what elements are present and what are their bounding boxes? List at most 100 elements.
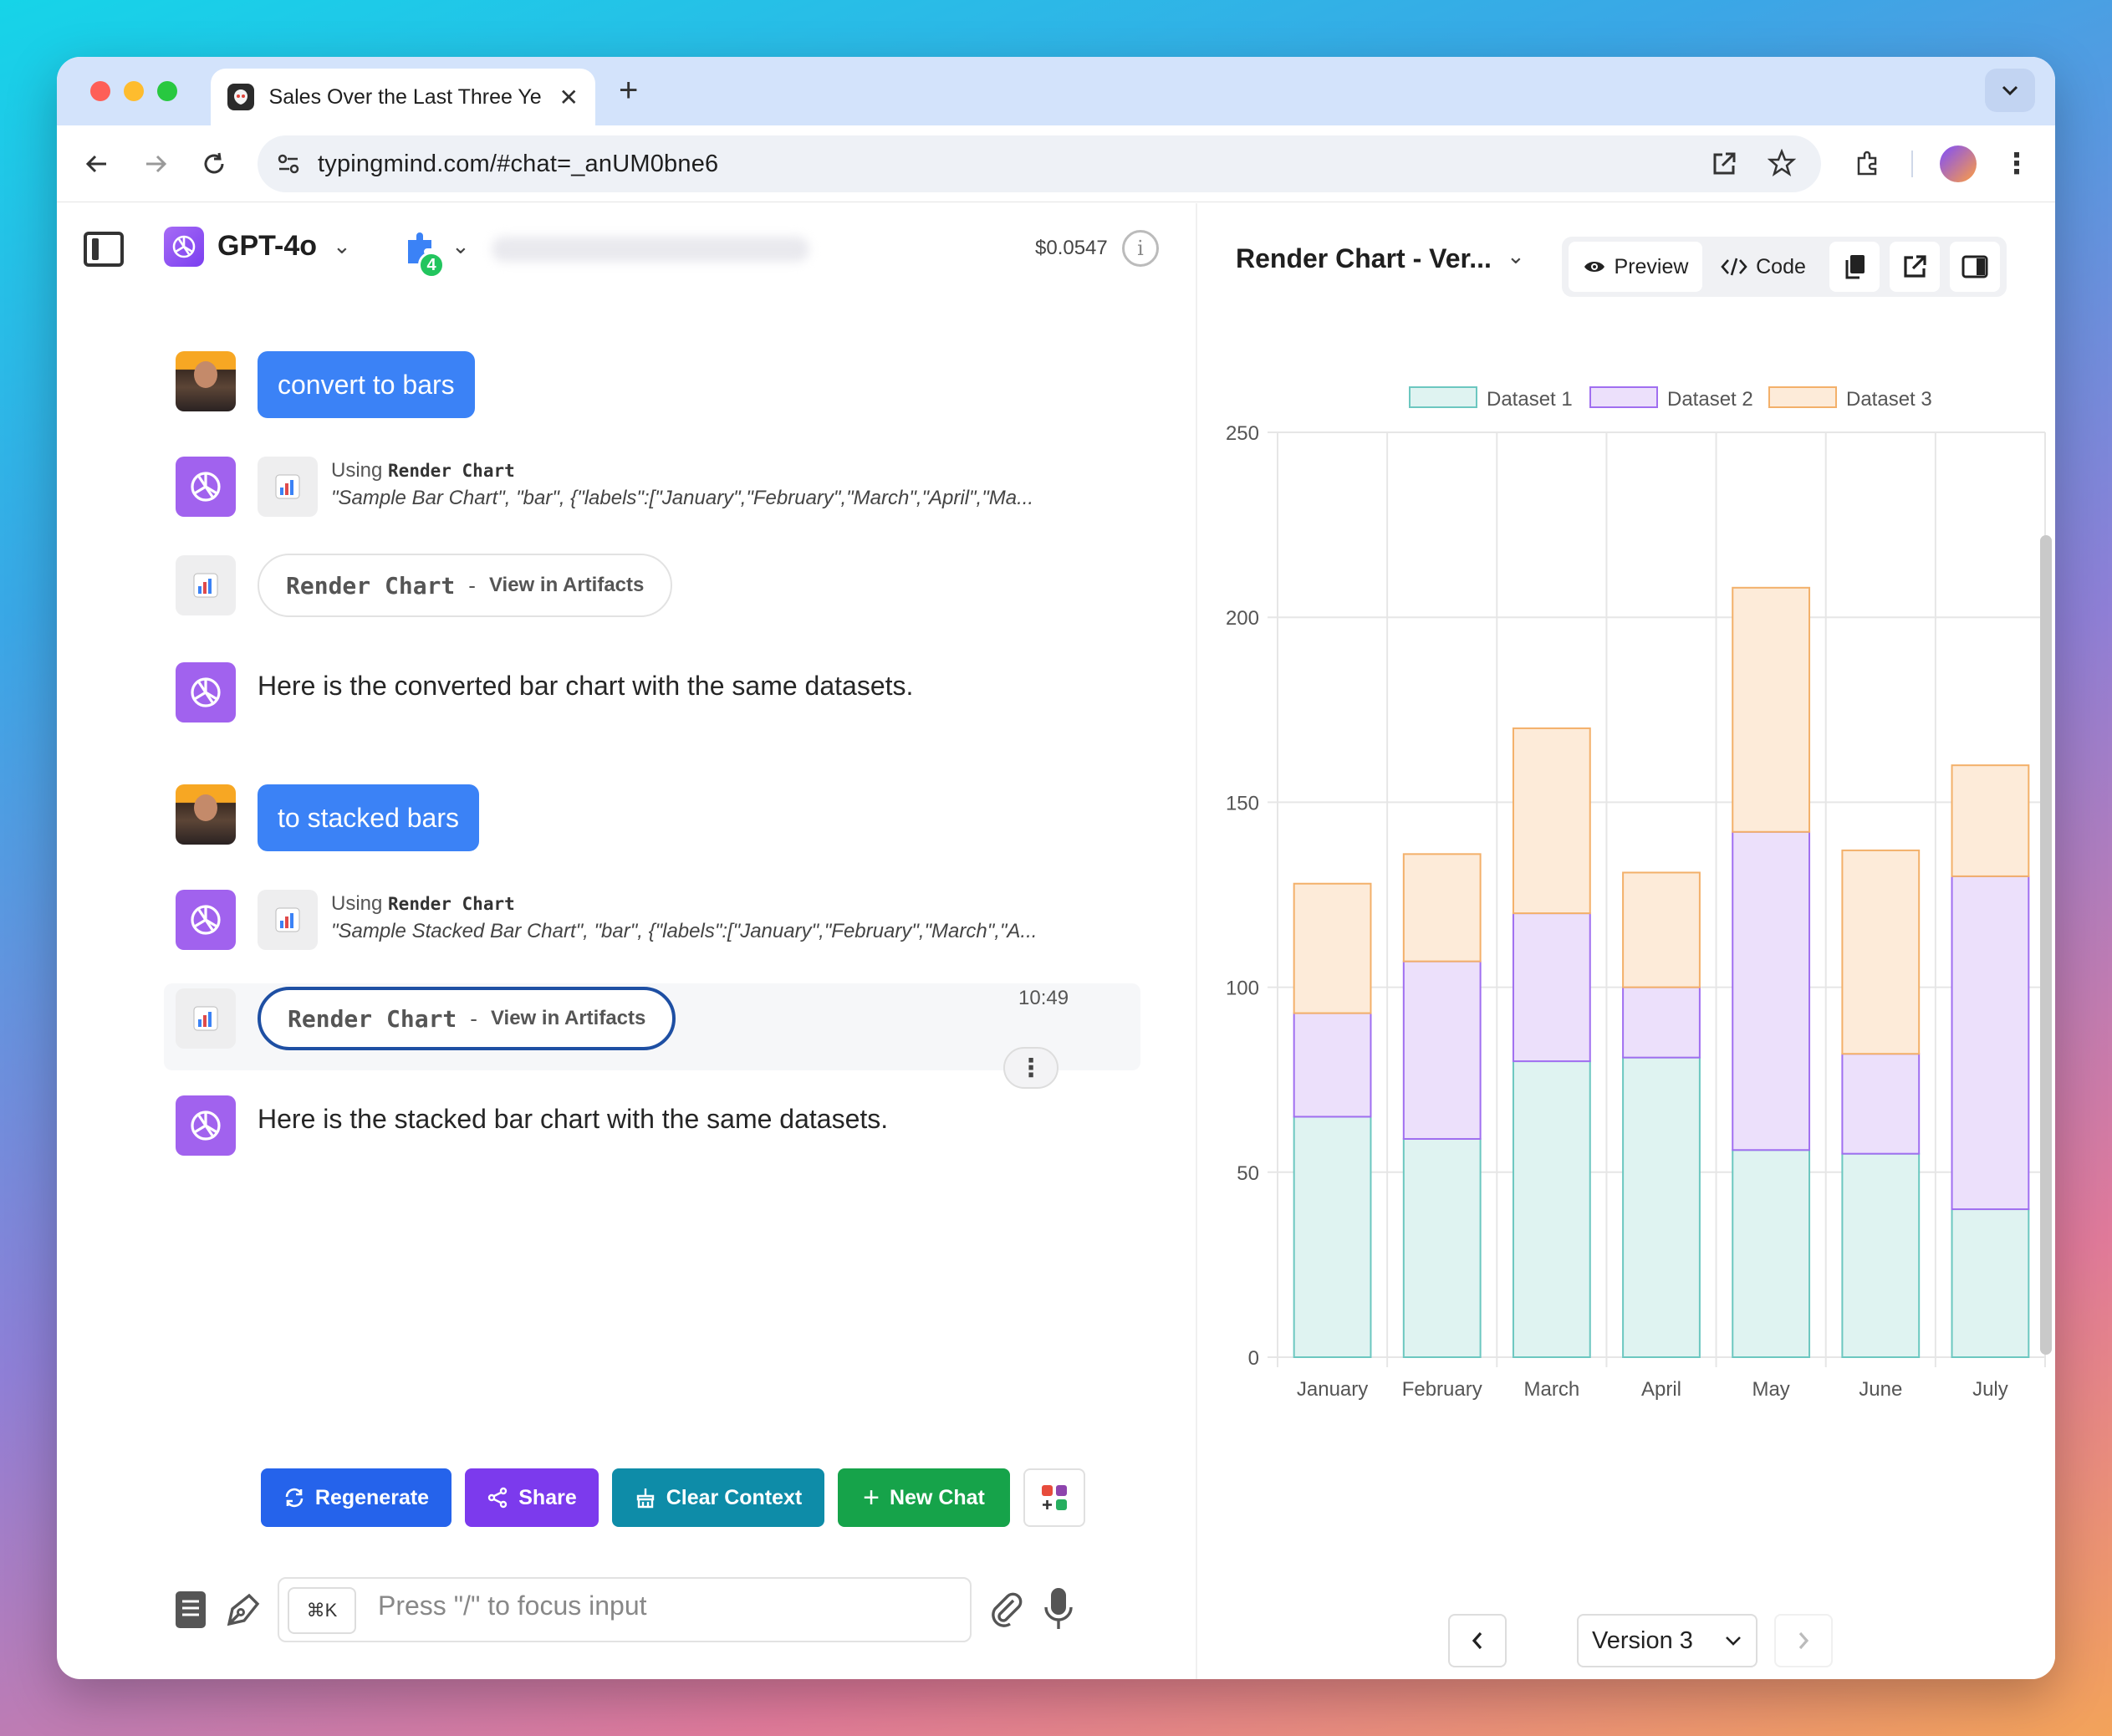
browser-tab[interactable]: Sales Over the Last Three Ye ✕ — [211, 69, 595, 125]
close-window-button[interactable] — [90, 81, 110, 101]
profile-avatar[interactable] — [1940, 146, 1977, 182]
address-bar[interactable]: typingmind.com/#chat=_anUM0bne6 — [258, 135, 1821, 192]
model-name[interactable]: GPT-4o — [217, 230, 317, 263]
share-button[interactable]: Share — [465, 1468, 599, 1527]
info-icon[interactable]: i — [1122, 230, 1159, 267]
tab-title: Sales Over the Last Three Ye — [268, 84, 542, 109]
bar-segment — [1841, 1053, 1921, 1155]
tool-args: "Sample Bar Chart", "bar", {"labels":["J… — [331, 487, 1034, 509]
assistant-message: Here is the stacked bar chart with the s… — [258, 1104, 889, 1134]
tool-name: Render Chart — [388, 461, 515, 481]
model-chevron-down-icon[interactable]: ⌄ — [333, 233, 351, 259]
chart-tool-icon — [258, 457, 318, 517]
x-tick-label: February — [1402, 1378, 1482, 1401]
chat-input-placeholder: Press "/" to focus input — [378, 1590, 647, 1621]
new-chat-button[interactable]: + New Chat — [838, 1468, 1010, 1527]
clear-context-label: Clear Context — [666, 1485, 803, 1509]
site-settings-icon[interactable] — [276, 151, 301, 176]
render-tool-label: Render Chart — [288, 1004, 457, 1033]
minimize-window-button[interactable] — [124, 81, 144, 101]
next-version-button[interactable] — [1774, 1614, 1833, 1667]
tab-search-button[interactable] — [1985, 69, 2035, 112]
bar-segment — [1293, 882, 1372, 1014]
regenerate-label: Regenerate — [314, 1485, 430, 1509]
open-in-app-icon[interactable] — [1711, 151, 1737, 177]
preview-button[interactable]: Preview — [1569, 242, 1702, 292]
browser-menu-icon[interactable]: ⋮ — [2000, 147, 2033, 181]
x-tick-label: May — [1752, 1378, 1789, 1401]
bar-segment — [1622, 986, 1701, 1059]
command-k-shortcut[interactable]: ⌘K — [288, 1587, 356, 1634]
plus-icon: + — [863, 1481, 880, 1514]
version-select[interactable]: Version 3 — [1577, 1614, 1757, 1667]
code-icon — [1721, 258, 1747, 276]
prompt-library-icon[interactable] — [172, 1589, 209, 1635]
bookmark-star-icon[interactable] — [1768, 149, 1796, 177]
bar-segment — [1402, 960, 1482, 1140]
legend-label: Dataset 2 — [1667, 388, 1753, 411]
bar-segment — [1622, 871, 1701, 988]
bar-segment — [1402, 853, 1482, 962]
regenerate-icon — [285, 1488, 304, 1508]
clear-context-button[interactable]: Clear Context — [612, 1468, 824, 1527]
maximize-window-button[interactable] — [157, 81, 177, 101]
share-icon — [488, 1487, 508, 1509]
artifacts-scrollbar[interactable] — [2040, 535, 2052, 1355]
artifact-chevron-down-icon[interactable]: ⌄ — [1507, 243, 1525, 269]
open-external-button[interactable] — [1890, 242, 1940, 292]
assistant-message: Here is the converted bar chart with the… — [258, 671, 914, 701]
microphone-icon[interactable] — [1042, 1585, 1075, 1636]
bar-segment — [1293, 1012, 1372, 1118]
openai-avatar-icon — [176, 662, 236, 722]
tab-bar: Sales Over the Last Three Ye ✕ + — [57, 57, 2055, 125]
bar-segment — [1951, 875, 2030, 1211]
toggle-panel-button[interactable] — [1950, 242, 2000, 292]
chat-header: GPT-4o ⌄ 4 ⌄ $0.0547 i — [57, 203, 1194, 304]
chevron-left-icon — [1472, 1631, 1482, 1650]
reload-icon[interactable] — [197, 147, 231, 181]
bar-segment — [1512, 727, 1591, 915]
view-in-artifacts-link: View in Artifacts — [490, 1007, 646, 1029]
tab-close-icon[interactable]: ✕ — [559, 84, 579, 111]
chart-tool-icon — [176, 555, 236, 615]
pen-tool-icon[interactable] — [224, 1590, 263, 1633]
bar-segment — [1293, 1116, 1372, 1358]
y-tick-label: 200 — [1226, 607, 1259, 630]
back-arrow-icon[interactable] — [80, 147, 114, 181]
copy-icon — [1845, 255, 1865, 279]
copy-button[interactable] — [1829, 242, 1880, 292]
toolbar-divider — [1911, 151, 1913, 177]
view-in-artifacts-link: View in Artifacts — [488, 574, 645, 596]
chevron-right-icon — [1798, 1631, 1809, 1650]
apps-grid-button[interactable] — [1023, 1468, 1085, 1527]
bar-segment — [1732, 1149, 1811, 1358]
version-label: Version 3 — [1592, 1626, 1693, 1654]
forward-arrow-icon[interactable] — [139, 147, 172, 181]
chat-cost: $0.0547 — [1035, 237, 1108, 259]
openai-logo-icon[interactable] — [164, 227, 204, 267]
bar-segment — [1732, 830, 1811, 1151]
new-chat-label: New Chat — [889, 1485, 985, 1509]
regenerate-button[interactable]: Regenerate — [261, 1468, 451, 1527]
sidebar-toggle-icon[interactable] — [84, 232, 124, 267]
blurred-chat-title — [492, 237, 809, 262]
legend-label: Dataset 3 — [1846, 388, 1932, 411]
plugin-chevron-down-icon[interactable]: ⌄ — [451, 233, 470, 259]
bar-segment — [1841, 849, 1921, 1055]
extensions-puzzle-icon[interactable] — [1851, 147, 1885, 181]
view-in-artifacts-button[interactable]: Render Chart - View in Artifacts — [258, 554, 673, 617]
view-in-artifacts-button[interactable]: Render Chart - View in Artifacts — [258, 987, 676, 1050]
tool-using-label: Using Render Chart — [331, 459, 515, 482]
openai-avatar-icon — [176, 890, 236, 950]
code-button[interactable]: Code — [1709, 242, 1818, 292]
message-options-kebab-icon[interactable]: ⋮ — [1003, 1047, 1059, 1089]
broom-icon — [636, 1488, 654, 1509]
x-tick-label: July — [1972, 1378, 2008, 1401]
x-tick-label: April — [1641, 1378, 1681, 1401]
attachment-paperclip-icon[interactable] — [988, 1590, 1025, 1633]
artifact-title[interactable]: Render Chart - Ver... — [1236, 243, 1492, 274]
previous-version-button[interactable] — [1448, 1614, 1507, 1667]
y-tick-label: 0 — [1248, 1347, 1259, 1370]
bar-segment — [1951, 1208, 2030, 1358]
new-tab-icon[interactable]: + — [619, 72, 638, 110]
